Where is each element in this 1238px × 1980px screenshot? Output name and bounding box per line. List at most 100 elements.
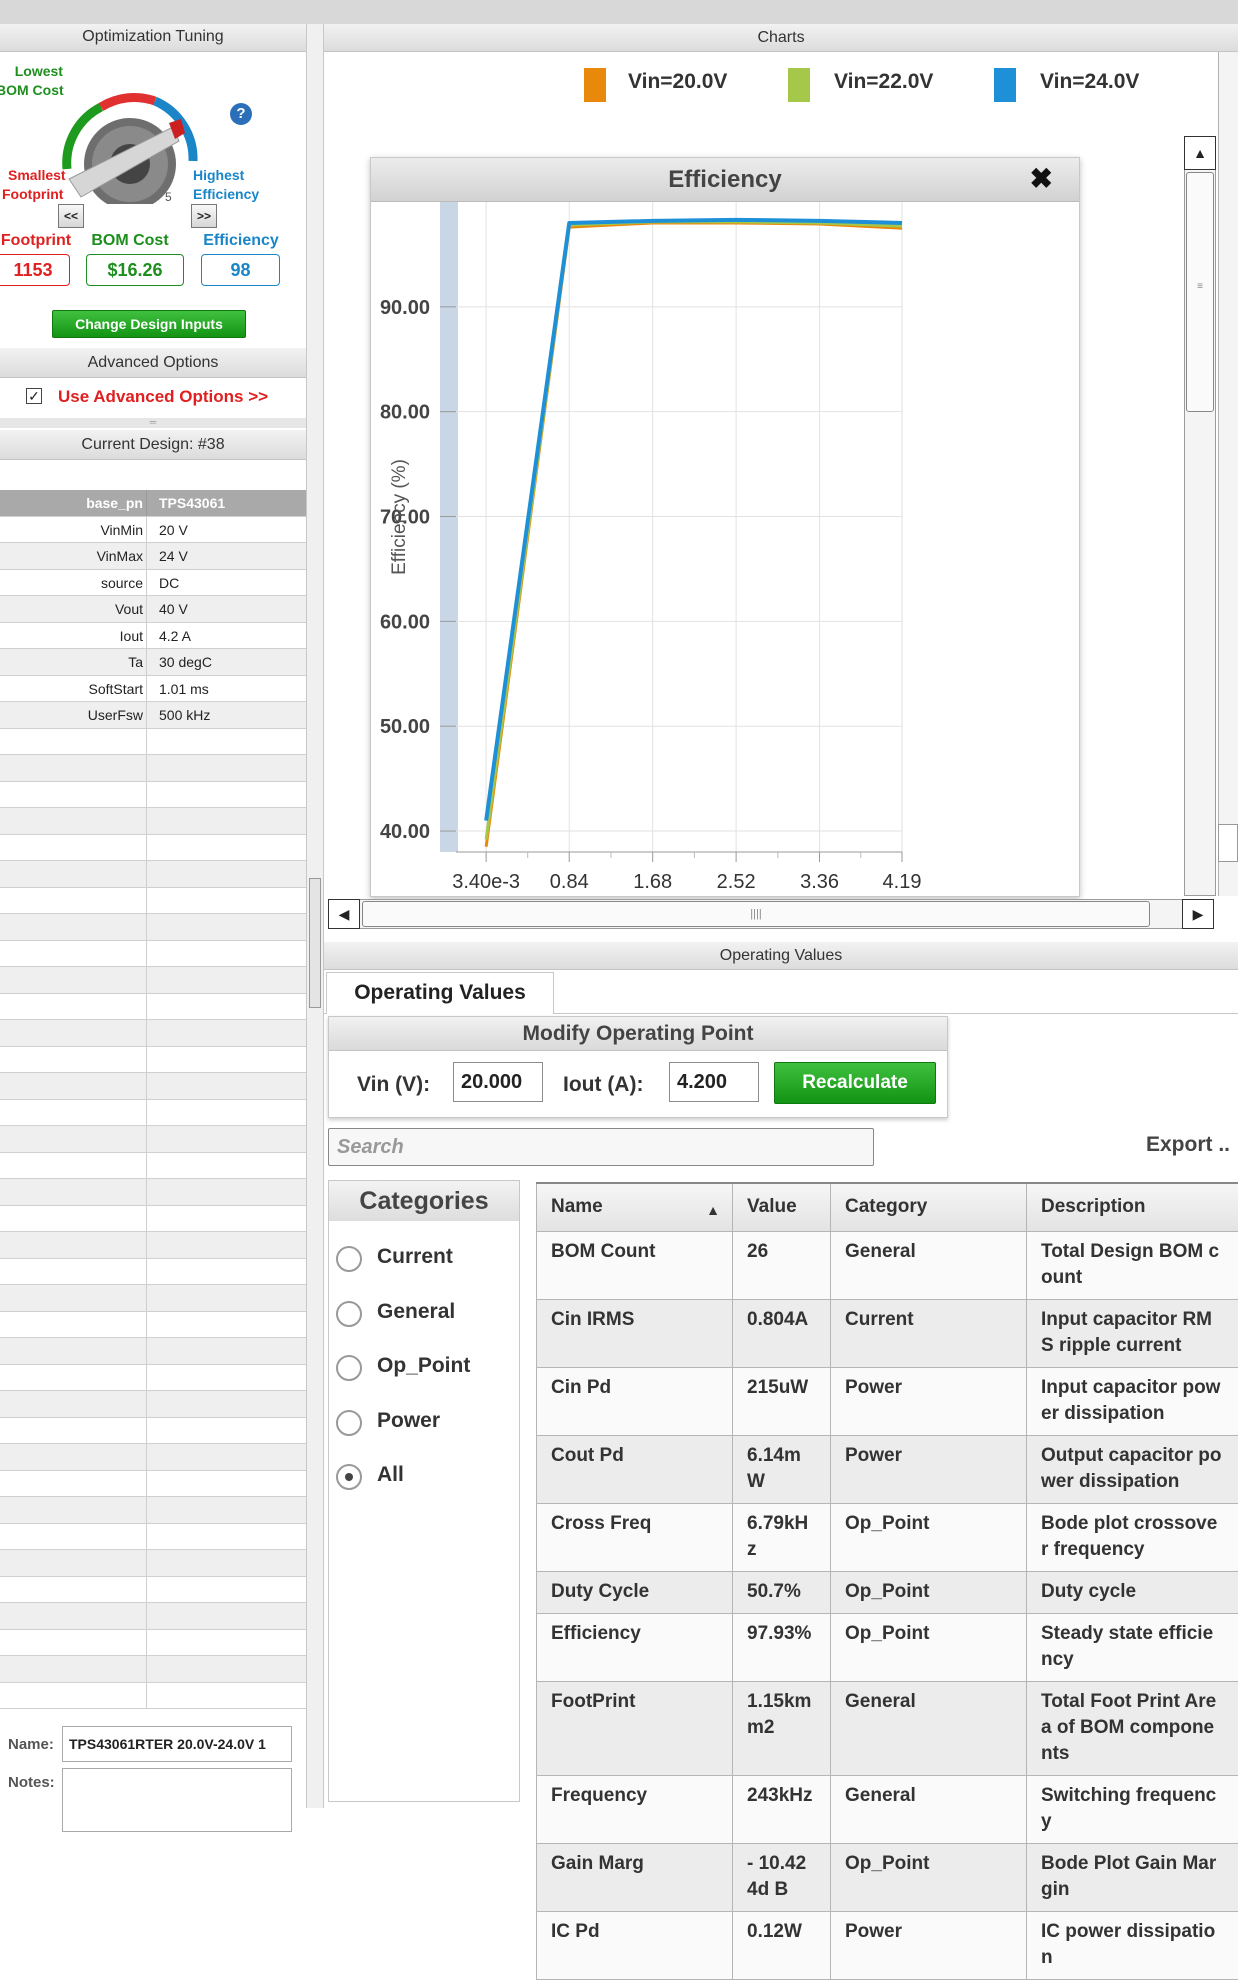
cell-value: 26 [733, 1231, 831, 1299]
vertical-scroll-thumb[interactable]: ≡ [1186, 172, 1214, 412]
radio-button[interactable] [336, 1410, 362, 1436]
x-tick-label: 0.84 [550, 871, 589, 893]
column-header-description[interactable]: Description [1027, 1183, 1238, 1231]
design-name-input[interactable]: TPS43061RTER 20.0V-24.0V 1 [62, 1726, 292, 1762]
question-icon[interactable]: ? [230, 103, 252, 125]
category-label: General [377, 1300, 455, 1324]
radio-button[interactable] [336, 1355, 362, 1381]
empty-property-row [0, 967, 306, 994]
empty-property-row [0, 1471, 306, 1498]
category-option[interactable]: Power [336, 1406, 516, 1440]
empty-property-row [0, 1312, 306, 1339]
table-row[interactable]: IC Pd0.12WPowerIC power dissipation [537, 1911, 1238, 1979]
column-header-name[interactable]: Name▲ [537, 1183, 733, 1231]
table-row[interactable]: BOM Count26GeneralTotal Design BOM count [537, 1231, 1238, 1299]
empty-cell [0, 1179, 147, 1205]
empty-cell [0, 1020, 147, 1046]
next-button[interactable]: >> [191, 204, 217, 228]
category-option[interactable]: General [336, 1297, 516, 1331]
outer-scrollbar[interactable] [1218, 52, 1238, 896]
iout-input[interactable]: 4.200 [669, 1062, 759, 1102]
close-icon[interactable]: ✖ [1030, 162, 1053, 195]
outer-scroll-thumb[interactable] [1218, 824, 1238, 862]
table-row[interactable]: Cout Pd6.14mWPowerOutput capacitor power… [537, 1435, 1238, 1503]
cell-value: 50.7% [733, 1571, 831, 1613]
design-property-row: base_pnTPS43061 [0, 490, 306, 517]
prev-button[interactable]: << [58, 204, 84, 228]
cell-value: 215uW [733, 1367, 831, 1435]
advanced-options-link[interactable]: Use Advanced Options >> [58, 387, 268, 407]
empty-property-row [0, 1126, 306, 1153]
recalculate-button[interactable]: Recalculate [774, 1062, 936, 1104]
empty-property-row [0, 888, 306, 915]
empty-cell [0, 1073, 147, 1099]
empty-property-row [0, 1338, 306, 1365]
category-option[interactable]: All [336, 1460, 516, 1494]
table-row[interactable]: Efficiency97.93%Op_PointSteady state eff… [537, 1613, 1238, 1681]
empty-cell [0, 1259, 147, 1285]
horizontal-scroll-thumb[interactable]: |||| [362, 901, 1150, 927]
category-option[interactable]: Op_Point [336, 1351, 516, 1385]
optimization-title: Optimization Tuning [82, 28, 223, 45]
advanced-options-checkbox[interactable]: ✓ [26, 388, 42, 404]
cell-category: Power [831, 1367, 1027, 1435]
vin-input[interactable]: 20.000 [453, 1062, 543, 1102]
design-property-row: sourceDC [0, 570, 306, 597]
efficiency-chart: 3.40e-30.841.682.523.364.1940.0050.0060.… [371, 202, 1080, 897]
column-header-category[interactable]: Category [831, 1183, 1027, 1231]
optimization-dial[interactable]: Lowest BOM Cost Smallest Footprint Highe… [0, 54, 306, 224]
empty-cell [0, 755, 147, 781]
legend-swatch-vin22 [788, 68, 810, 102]
charts-header: Charts [324, 24, 1238, 52]
radio-button[interactable] [336, 1246, 362, 1272]
current-design-header: Current Design: #38 [0, 430, 306, 460]
cell-value: 97.93% [733, 1613, 831, 1681]
change-design-inputs-button[interactable]: Change Design Inputs [52, 310, 246, 338]
dial-knob[interactable]: 5 [55, 79, 205, 204]
table-row[interactable]: Frequency243kHzGeneralSwitching frequenc… [537, 1775, 1238, 1843]
cell-category: Power [831, 1911, 1027, 1979]
property-value: DC [159, 570, 179, 596]
empty-property-row [0, 782, 306, 809]
x-tick-label: 2.52 [717, 871, 756, 893]
empty-cell [0, 1524, 147, 1550]
efficiency-chart-window[interactable]: Efficiency ✖ 3.40e-30.841.682.523.364.19… [370, 157, 1080, 897]
category-option[interactable]: Current [336, 1242, 516, 1276]
category-label: Power [377, 1409, 440, 1433]
splitter-grip[interactable] [309, 878, 321, 1008]
x-tick-label: 4.19 [883, 871, 922, 893]
cell-value: - 10.424d B [733, 1843, 831, 1911]
empty-cell [0, 1100, 147, 1126]
table-row[interactable]: Cross Freq6.79kHzOp_PointBode plot cross… [537, 1503, 1238, 1571]
radio-button[interactable] [336, 1464, 362, 1490]
table-row[interactable]: FootPrint1.15km m2GeneralTotal Foot Prin… [537, 1681, 1238, 1775]
table-row[interactable]: Cin IRMS0.804ACurrentInput capacitor RMS… [537, 1299, 1238, 1367]
sort-ascending-icon[interactable]: ▲ [706, 1202, 720, 1218]
empty-cell [0, 1285, 147, 1311]
legend-swatch-vin20 [584, 68, 606, 102]
table-row[interactable]: Cin Pd215uWPowerInput capacitor power di… [537, 1367, 1238, 1435]
resize-handle[interactable]: ═ [0, 418, 306, 428]
empty-cell [0, 1418, 147, 1444]
chart-window-titlebar[interactable]: Efficiency ✖ [371, 158, 1079, 202]
search-input[interactable]: Search [328, 1128, 874, 1166]
table-row[interactable]: Gain Marg- 10.424d BOp_PointBode Plot Ga… [537, 1843, 1238, 1911]
tab-operating-values[interactable]: Operating Values [326, 972, 554, 1014]
radio-button[interactable] [336, 1301, 362, 1327]
empty-cell [0, 1656, 147, 1682]
cell-category: Op_Point [831, 1843, 1027, 1911]
notes-textarea[interactable] [62, 1768, 292, 1832]
cell-name: Efficiency [537, 1613, 733, 1681]
empty-cell [0, 1391, 147, 1417]
empty-cell [0, 1312, 147, 1338]
empty-property-row [0, 1577, 306, 1604]
efficiency-value: 98 [201, 254, 280, 286]
scroll-up-arrow-icon[interactable]: ▲ [1184, 136, 1216, 170]
export-button[interactable]: Export .. [1146, 1133, 1230, 1157]
property-key: Vout [0, 596, 147, 622]
empty-property-row [0, 1179, 306, 1206]
scroll-right-arrow-icon[interactable]: ▶ [1182, 899, 1214, 929]
table-row[interactable]: Duty Cycle50.7%Op_PointDuty cycle [537, 1571, 1238, 1613]
scroll-left-arrow-icon[interactable]: ◀ [328, 899, 360, 929]
column-header-value[interactable]: Value [733, 1183, 831, 1231]
